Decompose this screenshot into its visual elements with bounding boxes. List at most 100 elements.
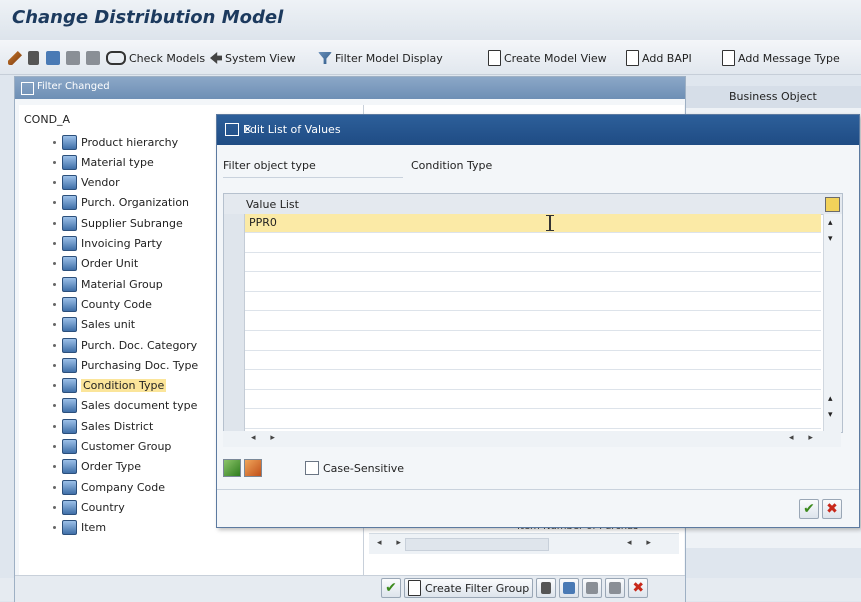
row-selector-column[interactable] [224,214,245,432]
add-bapi-button[interactable]: Add BAPI [626,49,692,67]
scroll-thumb[interactable] [405,538,549,551]
close-icon[interactable]: ✕ [243,123,851,136]
tree-item-label: County Code [81,297,152,311]
tree-item[interactable]: Order Unit [53,255,138,273]
filter-object-icon [62,175,77,191]
table-row[interactable] [245,234,821,253]
filter-model-display-button[interactable]: Filter Model Display [318,49,443,67]
horizontal-scrollbar[interactable]: ◂ ▸ ◂ ▸ [369,533,679,554]
binoculars-icon [563,582,576,594]
case-sensitive-checkbox[interactable] [305,461,319,475]
table-row[interactable] [245,410,821,429]
document-icon [408,580,421,596]
tree-item[interactable]: Vendor [53,174,120,192]
system-view-label: System View [225,51,296,65]
value-list-header: Value List [224,194,842,215]
find-button[interactable] [559,578,580,598]
tree-item[interactable]: Country [53,498,125,516]
bullet-icon [53,343,56,347]
bullet-icon [53,140,56,144]
scroll-down-icon[interactable]: ▾ [828,410,833,420]
filter-dialog-footer: ✔ Create Filter Group ✖ [15,575,685,602]
tree-item[interactable]: Product hierarchy [53,133,178,151]
create-filter-group-button[interactable]: Create Filter Group [404,578,534,598]
table-row[interactable] [245,292,821,312]
tree-item[interactable]: Purch. Doc. Category [53,336,197,354]
table-row[interactable] [245,332,821,351]
window-title: Change Distribution Model [12,7,284,28]
tree-item[interactable]: County Code [53,295,152,313]
bullet-icon [53,485,56,489]
table-row[interactable]: PPR0 [245,214,821,233]
filter-object-icon [62,215,77,231]
table-row[interactable] [245,273,821,292]
confirm-button[interactable]: ✔ [381,578,401,598]
bullet-icon [53,363,56,367]
add-message-type-button[interactable]: Add Message Type [722,49,840,67]
table-row[interactable] [245,312,821,331]
scroll-left-right-arrows[interactable]: ◂ ▸ [627,538,657,548]
scroll-up-icon[interactable]: ▴ [828,394,833,404]
tree-item-label: Purch. Doc. Category [81,338,198,352]
delete-button[interactable] [536,578,557,598]
tree-item[interactable]: Material Group [53,275,163,293]
cancel-button[interactable]: ✖ [822,499,842,519]
tree-item[interactable]: Customer Group [53,438,171,456]
case-sensitive-option[interactable]: Case-Sensitive [305,461,404,475]
filter-object-icon [62,337,77,353]
table-row[interactable] [245,371,821,390]
create-model-view-button[interactable]: Create Model View [488,49,607,67]
filter-object-icon [62,296,77,312]
filter-object-icon [62,418,77,434]
add-message-type-label: Add Message Type [738,51,840,65]
collapse-button[interactable] [86,49,100,67]
tree-item[interactable]: Sales document type [53,397,197,415]
check-models-button[interactable]: Check Models [106,49,205,67]
delete-button[interactable] [28,49,39,67]
scroll-left-right-arrows[interactable]: ◂ ▸ [789,433,819,443]
tree-item[interactable]: Invoicing Party [53,235,162,253]
table-settings-icon[interactable] [825,197,840,212]
tree-item[interactable]: Condition Type [53,377,167,395]
bullet-icon [53,404,56,408]
bullet-icon [53,465,56,469]
system-view-button[interactable]: System View [210,49,296,67]
confirm-button[interactable]: ✔ [799,499,819,519]
bullet-icon [53,384,56,388]
scroll-up-icon[interactable]: ▴ [828,218,833,228]
tree-root[interactable]: COND_A [24,113,70,126]
find-button[interactable] [46,49,60,67]
tree-item[interactable]: Sales District [53,417,153,435]
tree-item[interactable]: Material type [53,153,154,171]
tree-item[interactable]: Order Type [53,458,141,476]
scroll-left-right-arrows[interactable]: ◂ ▸ [251,433,281,443]
vertical-scrollbar[interactable]: ▴ ▾ ▴ ▾ [823,214,842,432]
value-cell[interactable]: PPR0 [249,216,277,229]
display-change-button[interactable] [8,49,22,67]
tree-item-label: Item [81,521,107,535]
collapse-button[interactable] [605,578,626,598]
tree-item[interactable]: Purch. Organization [53,194,189,212]
filter-object-icon [62,398,77,414]
scroll-down-icon[interactable]: ▾ [828,234,833,244]
expand-button[interactable] [582,578,603,598]
expand-button[interactable] [66,49,80,67]
table-row[interactable] [245,351,821,371]
tree-item[interactable]: Supplier Subrange [53,214,183,232]
tree-item-label: Condition Type [81,379,167,393]
tree-item[interactable]: Sales unit [53,316,135,334]
tree-item[interactable]: Purchasing Doc. Type [53,356,198,374]
tree-item[interactable]: Item [53,519,106,537]
dialog-icon [21,82,34,95]
table-row[interactable] [245,390,821,410]
delete-row-icon[interactable] [244,459,262,477]
cancel-button[interactable]: ✖ [628,578,649,598]
insert-row-icon[interactable] [223,459,241,477]
horizontal-scrollbar[interactable]: ◂ ▸ ◂ ▸ [223,431,841,447]
tree-item[interactable]: Company Code [53,478,165,496]
tree-item-label: Sales District [81,419,154,433]
tree-item-label: Invoicing Party [81,237,163,250]
filter-dialog-title: Filter Changed [37,81,110,92]
scroll-left-right-arrows[interactable]: ◂ ▸ [377,538,407,548]
table-row[interactable] [245,253,821,273]
